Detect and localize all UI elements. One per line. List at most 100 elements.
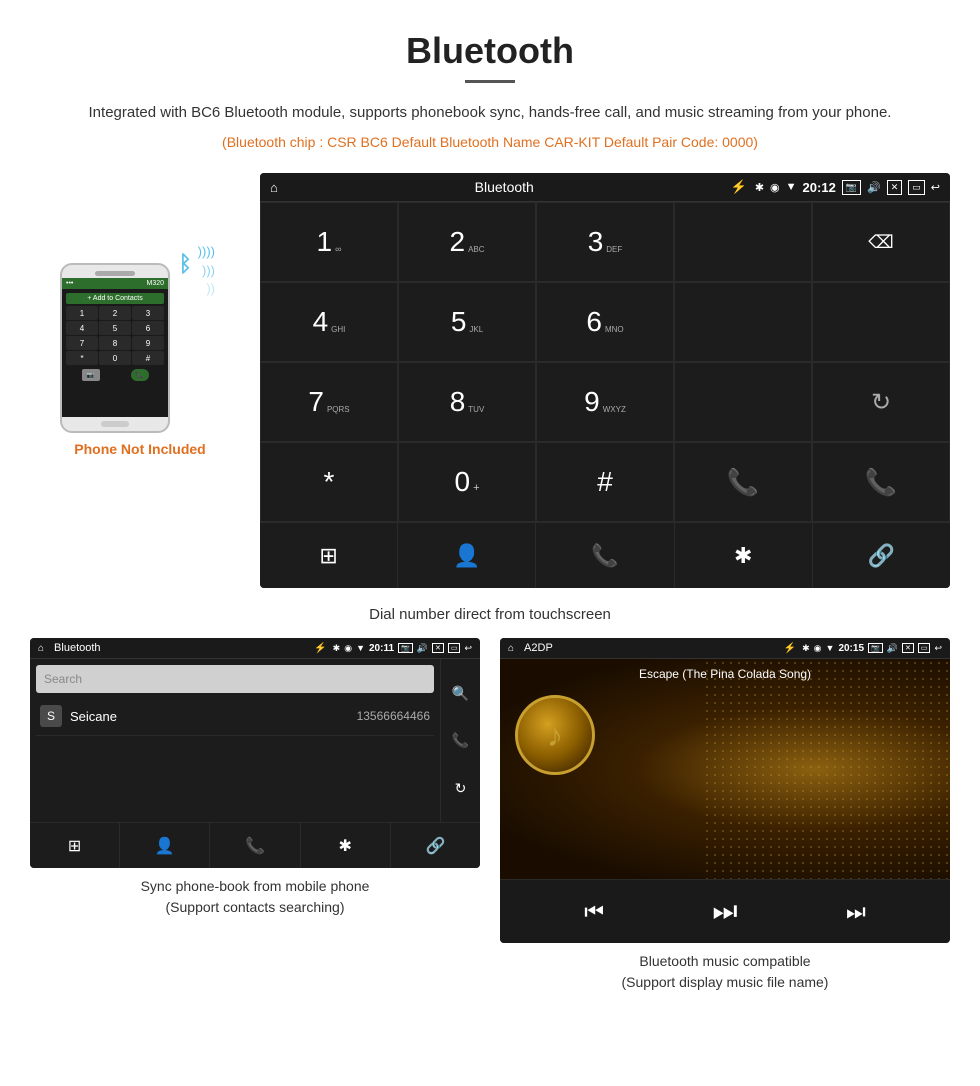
phonebook-empty-space: [36, 736, 434, 816]
key-3[interactable]: 3DEF: [536, 202, 674, 282]
phonebook-layout: Search S Seicane 13566664466 🔍 📞 ↻: [30, 659, 480, 822]
bottom-screenshots: ⌂ Bluetooth ⚡ ✱ ◉ ▼ 20:11 📷 🔊 ✕ ▭ ↩: [0, 638, 980, 997]
pb-x-icon: ✕: [432, 643, 444, 653]
back-icon: ↩: [931, 181, 940, 194]
phonebook-screenshot: ⌂ Bluetooth ⚡ ✱ ◉ ▼ 20:11 📷 🔊 ✕ ▭ ↩: [30, 638, 480, 997]
key-empty-3: [812, 282, 950, 362]
phone-screen-area: + Add to Contacts 1 2 3 4 5 6 7 8 9 * 0 …: [62, 289, 168, 417]
toolbar-bluetooth-button[interactable]: ✱: [675, 523, 813, 588]
mus-loc-icon: ◉: [814, 643, 822, 654]
mus-time: 20:15: [838, 643, 864, 654]
phone-action-row: 📷 📞: [66, 367, 164, 381]
key-1[interactable]: 1∞: [260, 202, 398, 282]
play-pause-button[interactable]: ⏭: [712, 895, 737, 928]
add-contacts-btn: + Add to Contacts: [66, 293, 164, 304]
music-controls: ⏮ ⏭ ⏭: [500, 879, 950, 943]
bt-status-icon: ✱: [755, 181, 764, 194]
phone-call-btn: 📞: [131, 369, 149, 381]
phonebook-screen: ⌂ Bluetooth ⚡ ✱ ◉ ▼ 20:11 📷 🔊 ✕ ▭ ↩: [30, 638, 480, 868]
prev-button[interactable]: ⏮: [584, 899, 604, 925]
header-specs: (Bluetooth chip : CSR BC6 Default Blueto…: [20, 131, 960, 153]
pb-vol-icon: 🔊: [417, 643, 428, 654]
toolbar-grid-button[interactable]: ⊞: [260, 523, 398, 588]
key-hash[interactable]: #: [536, 442, 674, 522]
phonebook-main: Search S Seicane 13566664466: [30, 659, 440, 822]
pb-title: Bluetooth: [54, 642, 308, 654]
pb-signal-icon: ▼: [356, 643, 365, 653]
pb-back-icon: ↩: [464, 643, 472, 654]
dialer-toolbar: ⊞ 👤 📞 ✱ 🔗: [260, 522, 950, 588]
pb-right-icons: ✱ ◉ ▼ 20:11 📷 🔊 ✕ ▭ ↩: [333, 643, 472, 654]
mus-rect-icon: ▭: [918, 643, 931, 653]
volume-icon: 🔊: [867, 181, 881, 194]
call-side-icon[interactable]: 📞: [452, 732, 469, 749]
pb-bt-btn[interactable]: ✱: [301, 823, 391, 868]
refresh-side-icon[interactable]: ↻: [455, 780, 467, 797]
backspace-key[interactable]: ⌫: [812, 202, 950, 282]
pb-time: 20:11: [369, 643, 394, 654]
phone-home-button: [101, 421, 129, 427]
key-8[interactable]: 8TUV: [398, 362, 536, 442]
music-note-icon: ♪: [547, 717, 563, 754]
phonebook-caption-line1: Sync phone-book from mobile phone: [35, 876, 475, 897]
dialer-grid: 1∞ 2ABC 3DEF ⌫ 4GHI 5JKL 6MNO 7PQRS 8TUV…: [260, 202, 950, 522]
pb-grid-btn[interactable]: ⊞: [30, 823, 120, 868]
key-9[interactable]: 9WXYZ: [536, 362, 674, 442]
toolbar-phone-button[interactable]: 📞: [536, 523, 674, 588]
mus-home-icon[interactable]: ⌂: [508, 643, 514, 654]
pb-user-btn[interactable]: 👤: [120, 823, 210, 868]
main-caption: Dial number direct from touchscreen: [0, 598, 980, 638]
mus-bt-icon: ✱: [802, 643, 810, 654]
x-icon: ✕: [887, 180, 903, 195]
toolbar-link-button[interactable]: 🔗: [813, 523, 950, 588]
mus-title: A2DP: [524, 642, 778, 654]
refresh-key[interactable]: ↻: [812, 362, 950, 442]
pb-link-btn[interactable]: 🔗: [391, 823, 480, 868]
signal-icon: ▼: [786, 181, 797, 193]
call-green-button[interactable]: 📞: [674, 442, 812, 522]
phonebook-toolbar: ⊞ 👤 📞 ✱ 🔗: [30, 822, 480, 868]
phonebook-side-icons: 🔍 📞 ↻: [440, 659, 480, 822]
key-4[interactable]: 4GHI: [260, 282, 398, 362]
key-empty-4: [674, 362, 812, 442]
time-display: 20:12: [803, 180, 836, 195]
key-6[interactable]: 6MNO: [536, 282, 674, 362]
mus-usb-icon: ⚡: [784, 643, 796, 654]
music-screen: ⌂ A2DP ⚡ ✱ ◉ ▼ 20:15 📷 🔊 ✕ ▭ ↩: [500, 638, 950, 943]
phonebook-caption-line2: (Support contacts searching): [35, 897, 475, 918]
bt-waves-icon: )))) ))) )): [198, 243, 215, 298]
key-7[interactable]: 7PQRS: [260, 362, 398, 442]
pb-bt-icon: ✱: [333, 643, 341, 654]
pb-usb-icon: ⚡: [314, 643, 326, 654]
mus-cam-icon: 📷: [868, 643, 883, 653]
pb-phone-btn[interactable]: 📞: [210, 823, 300, 868]
next-button[interactable]: ⏭: [846, 899, 866, 925]
song-title: Escape (The Pina Colada Song): [500, 659, 950, 685]
call-red-button[interactable]: 📞: [812, 442, 950, 522]
search-placeholder: Search: [44, 672, 82, 686]
key-2[interactable]: 2ABC: [398, 202, 536, 282]
search-bar[interactable]: Search: [36, 665, 434, 693]
bluetooth-symbol-icon: ᛒ: [179, 251, 192, 277]
toolbar-contacts-button[interactable]: 👤: [398, 523, 536, 588]
phone-keypad: 1 2 3 4 5 6 7 8 9 * 0 #: [66, 306, 164, 365]
usb-icon: ⚡: [731, 179, 747, 195]
phone-not-included-label: Phone Not Included: [74, 441, 205, 457]
contact-row[interactable]: S Seicane 13566664466: [36, 697, 434, 736]
search-side-icon[interactable]: 🔍: [452, 685, 469, 702]
car-screen-dialer: ⌂ Bluetooth ⚡ ✱ ◉ ▼ 20:12 📷 🔊 ✕ ▭ ↩ 1∞ 2…: [260, 173, 950, 588]
contact-letter: S: [40, 705, 62, 727]
phonebook-content: Search S Seicane 13566664466: [30, 659, 440, 822]
key-star[interactable]: *: [260, 442, 398, 522]
key-5[interactable]: 5JKL: [398, 282, 536, 362]
phone-speaker: [95, 271, 135, 276]
home-icon[interactable]: ⌂: [270, 180, 278, 195]
key-0[interactable]: 0+: [398, 442, 536, 522]
phone-illustration: )))) ))) )) ᛒ •••M320 + Add to Contacts …: [60, 233, 220, 433]
music-content: Escape (The Pina Colada Song) ♪: [500, 659, 950, 879]
pb-location-icon: ◉: [344, 643, 352, 654]
music-main-area: ♪: [500, 685, 950, 785]
mus-x-icon: ✕: [902, 643, 914, 653]
pb-home-icon[interactable]: ⌂: [38, 643, 44, 654]
mus-vol-icon: 🔊: [887, 643, 898, 654]
